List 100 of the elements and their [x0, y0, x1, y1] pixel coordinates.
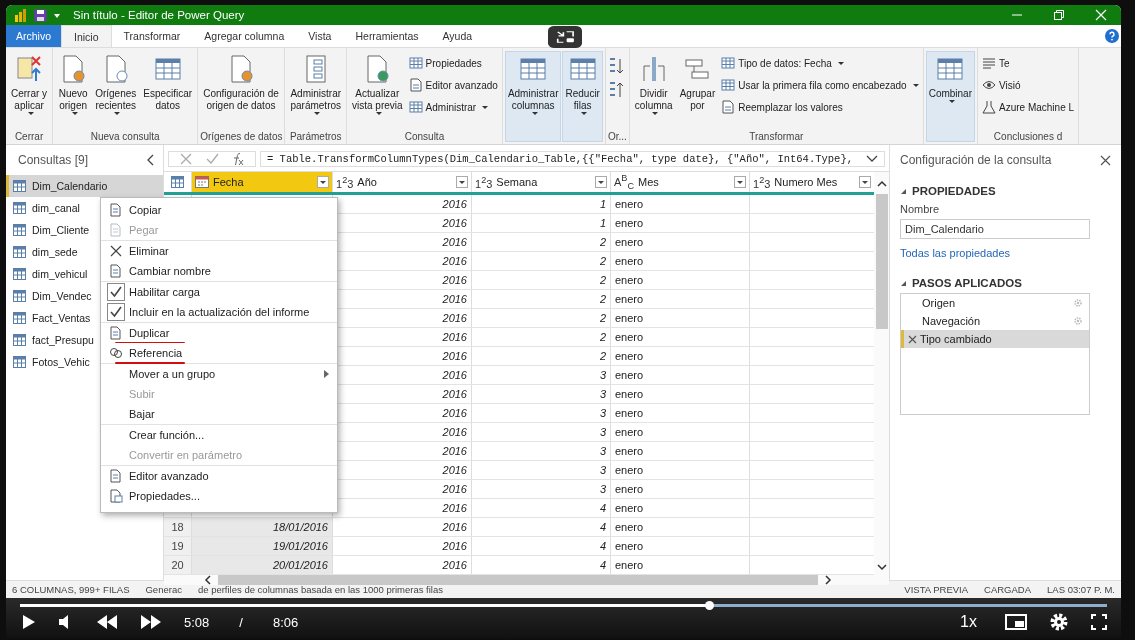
speed-button[interactable]: 1x [954, 612, 983, 632]
column-header[interactable]: 1$^{2}$3 Numero Mes [749, 172, 874, 192]
menu-item[interactable]: Copiar [101, 200, 337, 220]
type-label[interactable]: 1$^{2}$3 [336, 174, 354, 190]
all-properties-link[interactable]: Todas las propiedades [900, 247, 1011, 259]
applied-step[interactable]: Origen [901, 294, 1089, 312]
status-text: 6 COLUMNAS, 999+ FILAS [12, 584, 130, 595]
menu-item[interactable]: Eliminar [101, 241, 337, 261]
table-cell: enero [610, 347, 749, 365]
ribbon-button[interactable]: Reducir filas [562, 51, 603, 142]
table-cell: enero [610, 290, 749, 308]
ribbon-button[interactable]: Te [980, 53, 1077, 73]
group-label: Consulta [403, 131, 446, 142]
table-cell: 2016 [332, 556, 471, 574]
table-cell: 2 [471, 309, 610, 327]
ribbon-button[interactable]: Especificar datos [140, 51, 196, 131]
ribbon-button[interactable]: Administrar [406, 97, 500, 117]
field-label: Nombre [900, 203, 940, 215]
type-label[interactable]: 1$^{2}$3 [475, 174, 493, 190]
ribbon-button[interactable]: Actualizar vista previa [349, 51, 406, 131]
ribbon-button[interactable]: Orígenes recientes [92, 51, 140, 131]
column-header[interactable]: A$^{B}$$_{C}$ Mes [610, 172, 749, 192]
table-cell: enero [610, 423, 749, 441]
table-cell: 2016 [332, 537, 471, 555]
column-header[interactable]: 1$^{2}$3 Semana [471, 172, 610, 192]
table-cell: 4 [471, 499, 610, 517]
time-separator: / [239, 614, 243, 630]
row-number: 20 [164, 556, 191, 574]
table-cell: enero [610, 442, 749, 460]
menu-item[interactable]: Habilitar carga [101, 282, 337, 302]
table-cell: 2016 [332, 518, 471, 536]
ribbon-button[interactable]: Administrar columnas [504, 51, 562, 142]
table-cell: enero [610, 385, 749, 403]
ribbon-button[interactable]: Usar la primera fila como encabezado [719, 75, 921, 95]
column-title: Año [357, 176, 377, 188]
menu-item[interactable]: Referencia [101, 343, 337, 363]
name-field[interactable]: Dim_Calendario [900, 219, 1090, 239]
row-number: 18 [164, 518, 191, 536]
ribbon-button[interactable]: Tipo de datos: Fecha [719, 53, 921, 73]
table-cell: 3 [471, 366, 610, 384]
query-item[interactable]: Dim_Calendario [6, 175, 163, 197]
panel-title: Consultas [9] [18, 153, 89, 167]
group-label: Orígenes de datos [200, 131, 283, 142]
status-text: de perfiles de columnas basada en las 1000 primeras filas [197, 584, 443, 595]
table-cell: enero [610, 328, 749, 346]
panel-title: Configuración de la consulta [900, 153, 1052, 167]
table-cell: enero [610, 214, 749, 232]
menu-item[interactable]: Editor avanzado [101, 466, 337, 486]
table-cell: enero [610, 271, 749, 289]
table-cell: 2 [471, 271, 610, 289]
menu-item[interactable]: Propiedades... [101, 486, 337, 506]
ribbon-button[interactable]: Administrar parámetros [287, 51, 345, 131]
table-cell: 2 [471, 347, 610, 365]
window-title: Sin título - Editor de Power Query [73, 9, 245, 21]
table-cell: 19/01/2016 [191, 537, 332, 555]
menu-item[interactable]: Crear función... [101, 425, 337, 445]
status-text: LAS 03:07 P. M. [1047, 584, 1115, 595]
ribbon-button[interactable]: Reemplazar los valores [719, 97, 921, 117]
menu-item[interactable]: Bajar [101, 404, 337, 424]
type-label[interactable]: 1$^{2}$3 [753, 174, 771, 190]
applied-step[interactable]: Navegación [901, 312, 1089, 330]
row-number: 19 [164, 537, 191, 555]
ribbon-button[interactable]: Propiedades [406, 53, 500, 73]
table-cell: enero [610, 404, 749, 422]
menu-item[interactable]: Mover a un grupo [101, 364, 337, 384]
ribbon-button[interactable]: Editor avanzado [406, 75, 500, 95]
ribbon-button[interactable]: Visió [980, 75, 1077, 95]
column-title: Numero Mes [774, 176, 838, 188]
table-cell: enero [610, 309, 749, 327]
table-cell: 20/01/2016 [191, 556, 332, 574]
column-title: Mes [638, 176, 659, 188]
menu-item[interactable]: Incluir en la actualización del informe [101, 302, 337, 322]
table-cell: 4 [471, 518, 610, 536]
status-text: Generac [145, 584, 182, 595]
table-cell: enero [610, 480, 749, 498]
ribbon-tab[interactable]: Inicio [61, 25, 112, 47]
column-header[interactable]: 1$^{2}$3 Año [332, 172, 471, 192]
ribbon-button[interactable]: Configuración de origen de datos [200, 51, 282, 131]
group-label: Conclusiones d [992, 131, 1064, 142]
ribbon-tab[interactable]: Archivo [6, 25, 61, 47]
formula-field[interactable]: = Table.TransformColumnTypes(Dim_Calendario_Table,{{"Fecha", type date}, {"Año", Int64.Type}, [260, 151, 885, 167]
ribbon-button[interactable]: Azure Machine L [980, 97, 1077, 117]
table-cell: enero [610, 556, 749, 574]
table-cell: 3 [471, 480, 610, 498]
table-cell: 2 [471, 328, 610, 346]
menu-item[interactable]: Cambiar nombre [101, 261, 337, 281]
ribbon-button[interactable]: Dividir columna [631, 51, 676, 131]
ribbon-button[interactable]: Nuevo origen [55, 51, 92, 131]
menu-item[interactable]: Duplicar [101, 323, 337, 343]
table-cell: 1 [471, 195, 610, 213]
ribbon-button[interactable]: Combinar [925, 51, 975, 142]
table-cell: enero [610, 499, 749, 517]
applied-step[interactable]: Tipo cambiado [901, 330, 1089, 348]
ribbon-button[interactable]: Cerrar y aplicar [8, 51, 51, 131]
table-cell: 3 [471, 423, 610, 441]
group-label: Transformar [748, 131, 805, 142]
table-cell: enero [610, 233, 749, 251]
table-cell: enero [610, 366, 749, 384]
column-header[interactable]: Fecha [191, 172, 332, 192]
ribbon-button[interactable]: Agrupar por [676, 51, 719, 131]
